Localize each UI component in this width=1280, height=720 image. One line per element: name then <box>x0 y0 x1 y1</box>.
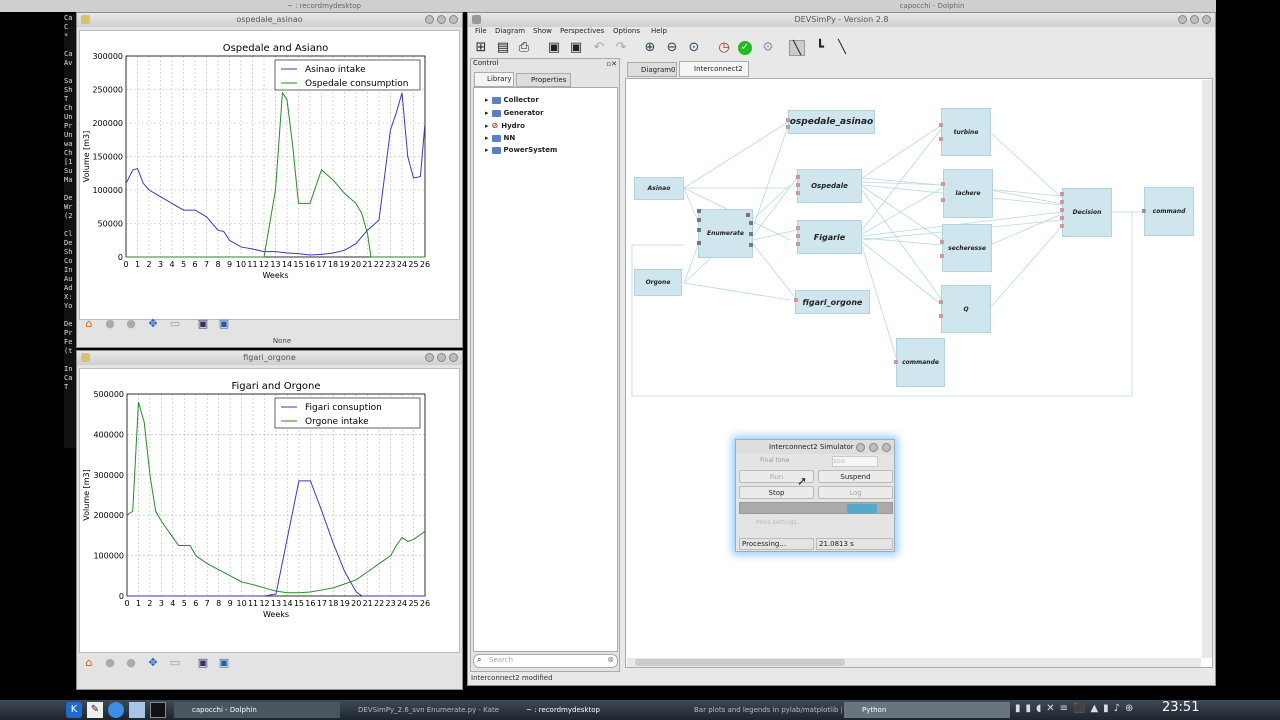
port[interactable] <box>786 125 790 129</box>
log-button[interactable]: Log <box>818 486 893 499</box>
port[interactable] <box>796 175 800 179</box>
block-lachere[interactable]: lachere <box>943 169 993 218</box>
suspend-button[interactable]: Suspend <box>818 470 893 483</box>
block-turbine[interactable]: turbine <box>941 108 991 156</box>
block-commande[interactable]: commande <box>896 338 945 387</box>
block-q[interactable]: Q <box>941 285 991 333</box>
port[interactable] <box>749 232 753 236</box>
port[interactable] <box>939 314 943 318</box>
minimize-icon[interactable] <box>856 443 865 452</box>
port[interactable] <box>697 228 701 232</box>
port[interactable] <box>941 198 945 202</box>
port[interactable] <box>749 221 753 225</box>
port[interactable] <box>939 137 943 141</box>
port[interactable] <box>1060 216 1064 220</box>
port[interactable] <box>894 360 898 364</box>
file-manager-icon[interactable] <box>129 702 145 718</box>
block-asinao[interactable]: Asinao <box>634 177 684 200</box>
more-settings-label[interactable]: More settings... <box>756 519 802 526</box>
final-time-label: Final time <box>760 457 790 464</box>
port[interactable] <box>796 183 800 187</box>
port[interactable] <box>939 300 943 304</box>
progress-bar <box>739 502 893 514</box>
port[interactable] <box>794 298 798 302</box>
port[interactable] <box>1142 209 1146 213</box>
block-orgone[interactable]: Orgone <box>634 269 682 296</box>
port[interactable] <box>939 123 943 127</box>
port[interactable] <box>1060 192 1064 196</box>
diagram-links <box>631 119 1144 397</box>
pen-icon[interactable]: ✎ <box>87 702 103 718</box>
block-ospedale-asinao[interactable]: ospedale_asinao <box>788 110 875 134</box>
devsimpy-statusbar: Interconnect2 modified <box>471 674 553 682</box>
port[interactable] <box>697 241 701 245</box>
progress-bar-pulse <box>847 504 877 513</box>
maximize-icon[interactable] <box>869 443 878 452</box>
task-browser[interactable]: Bar plots and legends in pylab/matplotli… <box>676 702 842 718</box>
block-figarie[interactable]: Figarie <box>797 220 862 254</box>
port[interactable] <box>796 191 800 195</box>
port[interactable] <box>1060 208 1064 212</box>
port[interactable] <box>940 254 944 258</box>
port[interactable] <box>697 218 701 222</box>
port[interactable] <box>749 243 753 247</box>
port[interactable] <box>941 182 945 186</box>
port[interactable] <box>786 118 790 122</box>
port[interactable] <box>940 240 944 244</box>
task-kate[interactable]: DEVSimPy_2.6_svn Enumerate.py - Kate <box>340 702 506 718</box>
block-secheresse[interactable]: secheresse <box>942 224 992 272</box>
port[interactable] <box>746 213 750 217</box>
simulator-title: Interconnect2 Simulator <box>769 443 854 451</box>
port[interactable] <box>1060 200 1064 204</box>
tray-icons[interactable]: ▮▮◖✕≡⬛▲▮♪⊕ <box>1015 703 1138 714</box>
block-figari-orgone[interactable]: figari_orgone <box>795 290 870 314</box>
browser-icon[interactable] <box>108 702 124 718</box>
port[interactable] <box>1060 224 1064 228</box>
task-dolphin[interactable]: capocchi - Dolphin <box>174 702 340 718</box>
terminal-icon[interactable] <box>150 702 166 718</box>
block-ospedale[interactable]: Ospedale <box>797 169 862 203</box>
simulator-status: Processing... <box>739 538 814 550</box>
block-command[interactable]: command <box>1144 187 1194 236</box>
port[interactable] <box>697 209 701 213</box>
port[interactable] <box>796 242 800 246</box>
mouse-cursor: ➚ <box>797 474 808 488</box>
final-time-input[interactable] <box>832 456 878 467</box>
task-recordmydesktop[interactable]: ~ : recordmydesktop <box>508 702 674 718</box>
port[interactable] <box>796 234 800 238</box>
simulator-elapsed: 21.0813 s <box>816 538 893 550</box>
block-decision[interactable]: Decision <box>1062 188 1112 237</box>
simulator-dialog: Interconnect2 Simulator Final time Run S… <box>735 439 895 552</box>
clock[interactable]: 23:51 <box>1162 700 1199 715</box>
port[interactable] <box>796 226 800 230</box>
close-icon[interactable] <box>882 443 891 452</box>
kde-menu-icon[interactable]: K <box>66 702 82 718</box>
block-enumerate[interactable]: Enumerate <box>698 209 753 258</box>
task-python[interactable]: Python <box>844 702 1010 718</box>
